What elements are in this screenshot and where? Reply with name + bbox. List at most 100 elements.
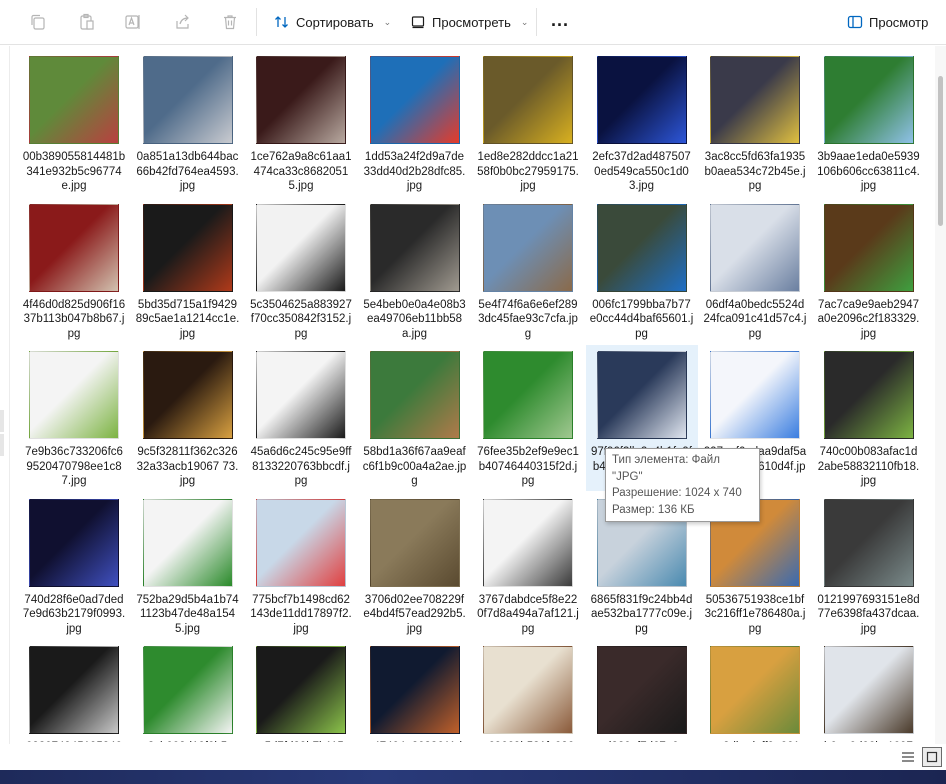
file-tile[interactable]: e69669b531fc026	[472, 640, 584, 742]
file-grid: 00b389055814481b341e932b5c96774e.jpg 0a85…	[18, 50, 928, 742]
file-tile[interactable]: 740d28f6e0ad7ded7e9d63b2179f0993.jpg	[18, 493, 130, 639]
file-tile[interactable]: 0a851a13db644bac66b42fd764ea4593.jpg	[132, 50, 244, 196]
image-preview	[596, 56, 687, 144]
large-icons-view-button[interactable]	[922, 747, 942, 767]
file-name: 3706d02ee708229fe4bd4f57ead292b5.jpg	[363, 593, 466, 635]
sort-label: Сортировать	[296, 14, 374, 30]
tooltip-type: Тип элемента: Файл "JPG"	[612, 454, 720, 483]
file-thumbnail	[369, 644, 461, 736]
file-thumbnail	[823, 497, 915, 589]
file-thumbnail	[142, 644, 234, 736]
share-icon[interactable]	[171, 10, 195, 34]
copy-icon[interactable]	[26, 10, 50, 34]
file-tile[interactable]: ed220ef7d67a0c	[586, 640, 698, 742]
file-tile[interactable]: 1ce762a9a8c61aa1474ca33c86820515.jpg	[245, 50, 357, 196]
file-thumbnail	[709, 54, 801, 146]
file-tile[interactable]: 2efc37d2ad4875070ed549ca550c1d03.jpg	[586, 50, 698, 196]
view-icon	[411, 16, 425, 29]
file-thumbnail	[255, 202, 347, 294]
image-preview	[142, 56, 233, 144]
file-tile[interactable]: 006fc1799bba7b77e0cc44d4baf65601.jpg	[586, 198, 698, 344]
file-tile[interactable]: a47404a2033611d	[359, 640, 471, 742]
file-tile[interactable]: 5c3504625a883927f70cc350842f3152.jpg	[245, 198, 357, 344]
file-thumbnail	[142, 497, 234, 589]
file-name: b0ae0d00bc1097	[817, 740, 921, 742]
file-tile[interactable]: b0ae0d00bc1097	[813, 640, 925, 742]
file-tile[interactable]: 5bd35d715a1f942989c5ae1a1214cc1e.jpg	[132, 198, 244, 344]
file-tile[interactable]: 775bcf7b1498cd62143de11dd17897f2.jpg	[245, 493, 357, 639]
image-preview	[369, 351, 460, 439]
file-name: 0121997693151e8d77e6398fa437dcaa.jpg	[817, 593, 920, 635]
preview-pane-button[interactable]: Просмотр	[843, 8, 932, 36]
file-name: 775bcf7b1498cd62143de11dd17897f2.jpg	[250, 593, 352, 635]
file-tile[interactable]: 06df4a0bedc5524d24fca091c41d57c4.jpg	[699, 198, 811, 344]
sort-icon	[275, 16, 288, 28]
splitter-handle[interactable]	[0, 410, 4, 432]
file-tile[interactable]: 0121997693151e8d77e6398fa437dcaa.jpg	[813, 493, 925, 639]
more-options-button[interactable]: ...	[548, 10, 572, 34]
file-thumbnail	[596, 54, 688, 146]
file-thumbnail	[28, 644, 120, 736]
file-name: 9c5f32811f362c32632a33acb19067 73.jpg	[136, 446, 239, 487]
file-tile[interactable]: 00b389055814481b341e932b5c96774e.jpg	[18, 50, 130, 196]
scrollbar-thumb[interactable]	[938, 76, 943, 226]
image-preview	[483, 498, 573, 587]
chevron-down-icon: ⌄	[383, 16, 392, 27]
image-preview	[142, 646, 233, 734]
details-view-button[interactable]	[898, 747, 918, 767]
file-name: ed220ef7d67a0c	[590, 740, 694, 742]
toolbar-divider	[536, 8, 537, 36]
file-name: e69669b531fc026	[476, 740, 580, 742]
file-name: 0a851a13db644bac66b42fd764ea4593.jpg	[136, 151, 239, 192]
file-tile[interactable]: 1ed8e282ddcc1a2158f0b0bc27959175.jpg	[472, 50, 584, 196]
large-icons-view-icon	[926, 751, 938, 763]
view-button[interactable]: Просмотреть ⌄	[406, 8, 532, 36]
file-tile[interactable]: 76fee35b2ef9e9ec1b40746440315f2d.jpg	[472, 345, 584, 491]
image-preview	[256, 203, 346, 292]
file-name: 6865f831f9c24bb4dae532ba1777c09e.jpg	[590, 593, 693, 635]
sort-button[interactable]: Сортировать ⌄	[270, 8, 395, 36]
file-thumbnail	[823, 644, 915, 736]
image-preview	[710, 56, 800, 144]
file-tile[interactable]: a3cb002d10f0b5e	[132, 640, 244, 742]
vertical-scrollbar[interactable]	[935, 46, 946, 746]
file-tile[interactable]: 45a6d6c245c95e9ff8133220763bbcdf.jpg	[245, 345, 357, 491]
file-tile[interactable]: 083074945195840	[18, 640, 130, 742]
splitter-handle[interactable]	[0, 434, 4, 456]
image-preview	[256, 498, 346, 587]
file-tile[interactable]: 4f46d0d825d906f1637b113b047b8b67.jpg	[18, 198, 130, 344]
file-name: 4f46d0d825d906f1637b113b047b8b67.jpg	[22, 298, 126, 340]
file-thumbnail	[369, 497, 461, 589]
file-tile[interactable]: 9c5f32811f362c32632a33acb19067 73.jpg	[132, 345, 244, 491]
file-tile[interactable]: e5d7fd29b7b115	[245, 640, 357, 742]
file-thumbnail	[369, 202, 461, 294]
command-bar: Сортировать ⌄ Просмотреть ⌄ ... Просмотр	[0, 0, 946, 45]
image-preview	[483, 351, 573, 439]
image-preview	[823, 203, 914, 292]
file-thumbnail	[255, 54, 347, 146]
file-thumbnail	[255, 349, 347, 441]
paste-icon[interactable]	[75, 10, 99, 34]
file-thumbnail	[28, 497, 120, 589]
image-preview	[29, 203, 119, 292]
rename-icon[interactable]	[121, 10, 145, 34]
file-thumbnail	[255, 644, 347, 736]
file-thumbnail	[482, 644, 574, 736]
file-tile[interactable]: 3706d02ee708229fe4bd4f57ead292b5.jpg	[359, 493, 471, 639]
file-tile[interactable]: 5e4f74f6a6e6ef2893dc45fae93c7cfa.jpg	[472, 198, 584, 344]
file-tile[interactable]: 752ba29d5b4a1b741123b47de48a1545.jpg	[132, 493, 244, 639]
file-tile[interactable]: ae8dbedeff9e661	[699, 640, 811, 742]
file-tile[interactable]: 3b9aae1eda0e5939106b606cc63811c4.jpg	[813, 50, 925, 196]
file-tile[interactable]: 3767dabdce5f8e220f7d8a494a7af121.jpg	[472, 493, 584, 639]
file-tile[interactable]: 1dd53a24f2d9a7de33dd40d2b28dfc85.jpg	[359, 50, 471, 196]
file-tile[interactable]: 58bd1a36f67aa9eafc6f1b9c00a4a2ae.jpg	[359, 345, 471, 491]
file-tile[interactable]: 740c00b083afac1d2abe58832110fb18.jpg	[813, 345, 925, 491]
file-tile[interactable]: 5e4beb0e0a4e08b3ea49706eb11bb58a.jpg	[359, 198, 471, 344]
image-preview	[596, 351, 687, 439]
file-name: 752ba29d5b4a1b741123b47de48a1545.jpg	[136, 593, 239, 635]
delete-icon[interactable]	[218, 10, 242, 34]
file-tile[interactable]: 3ac8cc5fd63fa1935b0aea534c72b45e.jpg	[699, 50, 811, 196]
file-tile[interactable]: 7ac7ca9e9aeb2947a0e2096c2f183329.jpg	[813, 198, 925, 344]
image-preview	[142, 498, 233, 587]
file-tile[interactable]: 7e9b36c733206fc69520470798ee1c87.jpg	[18, 345, 130, 491]
